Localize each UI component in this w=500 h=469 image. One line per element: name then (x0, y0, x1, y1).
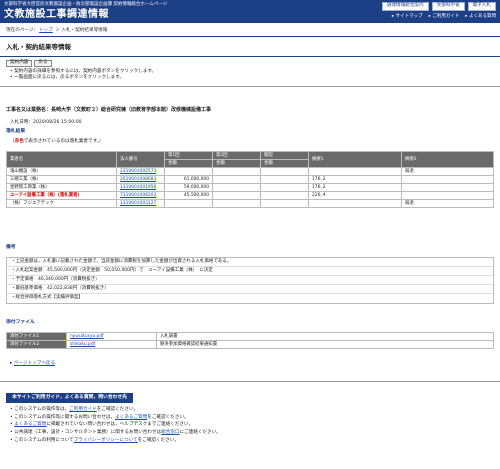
table-row-winner: ユーアイ設備工業（株）(落札業者) 7310001008203 45,500,000… (6, 191, 494, 200)
page-title: 入札・契約結果等情報 (6, 43, 71, 51)
guide-link[interactable]: ▸ ご利用ガイド (429, 14, 460, 20)
footer-list: このシステムの操作等は，ご利用ガイドをご確認ください。 このシステムの操作等に関… (10, 407, 221, 445)
col-subheader-amount: 金額 (212, 159, 261, 168)
mext-button[interactable]: 文部科学省 (431, 2, 465, 11)
winner-note: （赤色で表示されているのは落札業者です。） (10, 139, 104, 144)
result-section-title: 落札結果 (6, 129, 26, 134)
attachment-link[interactable]: nyusatusyo.pdf (70, 334, 104, 339)
corp-number-link[interactable]: 1310001001956 (120, 185, 156, 190)
sitemap-link[interactable]: ▸ サイトマップ (392, 14, 423, 20)
e-bidding-button[interactable]: 電子入札 (467, 2, 496, 11)
breadcrumb-top-link[interactable]: トップ (39, 28, 53, 33)
guide-link[interactable]: ご利用ガイド (69, 407, 97, 412)
footer-item: 公共調達（工事，設計・コンサルタント業務）に関するお問い合わせは総合窓口にご連絡… (10, 430, 221, 438)
remark-item: ・最低基準価格 42,022,838円（消費税抜き） (7, 285, 493, 294)
corp-number-link[interactable]: 7310001008203 (120, 193, 156, 198)
remarks-section-title: 備考 (6, 245, 16, 250)
faq-link[interactable]: よくあるご質問 (115, 415, 147, 420)
col-subheader-amount: 金額 (164, 159, 213, 168)
divider (0, 381, 500, 382)
table-row: 濱山機設（株） 2310001002573 辞退 (6, 167, 494, 176)
table-row: （株）フジエアテック 1310001003127 辞退 (6, 199, 494, 208)
divider (0, 56, 500, 57)
bid-date: 入札日時：2020/08/26 15:00:00 (10, 120, 82, 125)
contract-details-button[interactable]: 契約内容 (6, 60, 33, 67)
attachment-link[interactable]: shikaku.pdf (70, 342, 95, 347)
col-header-corp-number: 法人番号 (116, 151, 165, 168)
table-row: 星野管工興業（株） 1310001001956 59,000,000 176,２ (6, 183, 494, 192)
toolbar: 契約内容 戻る (6, 60, 52, 67)
corp-number-link[interactable]: 1310001003127 (120, 201, 156, 206)
col-header-round1: 第1回 (164, 151, 213, 160)
col-header-company: 業者名 (6, 151, 117, 168)
breadcrumb: 現在のページ：トップ ＞ 入札・契約結果等情報 (6, 28, 108, 33)
remarks-box: ・上記金額は，入札書に記載された金額で，当該金額に消費税を加算した金額が出資され… (6, 257, 494, 304)
divider (0, 86, 500, 87)
col-header-negotiated: 随契 (260, 151, 309, 160)
col-header-remarks1: 摘要1 (308, 151, 402, 168)
remark-item: ・予定価格 46,340,000円（消費税抜き） (7, 276, 493, 285)
col-header-remarks2: 摘要2 (401, 151, 494, 168)
attachment-row: 添付ファイル1 nyusatusyo.pdf 入札調書 (6, 332, 494, 341)
remark-item: ・入札起案金額 45,500,000円（決定金額 50,050,000円）で ユ… (7, 267, 493, 276)
attachments-section-title: 添付ファイル (6, 320, 35, 325)
site-title[interactable]: 文教施設工事調達情報 (4, 8, 109, 22)
header-links: ▸ サイトマップ ▸ ご利用ガイド ▸ よくある質問 (392, 14, 496, 20)
bid-results-table: 業者名 法人番号 第1回 第2回 随契 摘要1 摘要2 金額 金額 金額 濱山機… (6, 151, 494, 208)
faq-link[interactable]: よくあるご質問 (14, 422, 46, 427)
table-row: 三幌工業（株） 2010001008683 61,000,000 176,２ (6, 175, 494, 184)
footer-heading: 本サイトご利用ガイド，よくある質問，問い合わせ先 (6, 393, 134, 403)
divider (0, 36, 500, 37)
footer-item: このシステムの操作等は，ご利用ガイドをご確認ください。 (10, 407, 221, 415)
col-subheader-amount: 金額 (260, 159, 309, 168)
project-name: 工事名又は業務名：長崎大学（文教町２）総合研究棟（旧教育学部本館）改修機械設備工… (6, 107, 212, 113)
attachments-table: 添付ファイル1 nyusatusyo.pdf 入札調書 添付ファイル2 shikaku… (6, 332, 494, 349)
col-header-round2: 第2回 (212, 151, 261, 160)
corp-number-link[interactable]: 2010001008683 (120, 177, 156, 182)
back-button[interactable]: 戻る (34, 60, 52, 67)
breadcrumb-current: 入札・契約結果等情報 (61, 28, 108, 33)
procurement-guide-button[interactable]: 調達情報総合案内 (381, 2, 429, 11)
contact-window-link[interactable]: 総合窓口 (161, 430, 179, 435)
note-item: • 一覧画面に戻るには，戻るボタンをクリックします。 (10, 75, 124, 81)
faq-link[interactable]: ▸ よくある質問 (465, 14, 496, 20)
privacy-policy-link[interactable]: プライバシーポリシーについて (74, 438, 138, 443)
help-notes: • 契約内容の詳細を参照するには，契約内容ボタンをクリックします。 • 一覧画面… (10, 69, 156, 81)
remark-item: ・総合評価落札方式【実績評価型】 (11, 295, 83, 301)
corp-number-link[interactable]: 2310001002573 (120, 169, 156, 174)
site-header: 文部科学省大臣官房文教施設企画・防災部施設企画課 契約情報総合ホームページ 文教… (0, 0, 500, 23)
header-buttons: 調達情報総合案内 文部科学省 電子入札 (381, 2, 496, 11)
attachment-row: 添付ファイル2 shikaku.pdf 競争参加資格確認結果通知書 (6, 340, 494, 349)
page-top-link[interactable]: ▸ ページトップへ戻る (10, 361, 55, 367)
remark-item: ・上記金額は，入札書に記載された金額で，当該金額に消費税を加算した金額が出資され… (7, 258, 493, 267)
footer-item: よくあるご質問に掲載されていない問い合わせは，ヘルプデスクまでご連絡ください。 (10, 422, 221, 430)
footer-item: このシステムの利用についてプライバシーポリシーについてをご確認ください。 (10, 438, 221, 446)
